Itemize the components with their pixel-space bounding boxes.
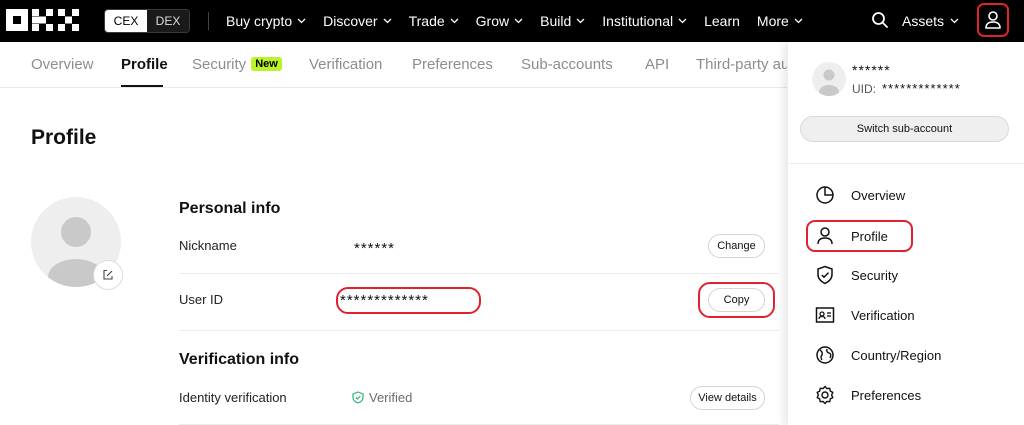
chevron-down-icon — [794, 18, 803, 24]
chevron-down-icon — [576, 18, 585, 24]
tab-sub-accounts[interactable]: Sub-accounts — [521, 56, 613, 73]
tab-profile[interactable]: Profile — [121, 56, 168, 73]
dropdown-item-security[interactable]: Security — [814, 263, 898, 287]
tab-preferences[interactable]: Preferences — [412, 56, 493, 73]
cex-dex-toggle: CEX DEX — [104, 9, 190, 33]
menu-buy-crypto[interactable]: Buy crypto — [226, 13, 306, 29]
chevron-down-icon — [678, 18, 687, 24]
search-icon[interactable] — [871, 11, 889, 29]
chevron-down-icon — [383, 18, 392, 24]
tab-security-label: Security — [192, 56, 247, 73]
dropdown-item-label: Security — [851, 267, 898, 283]
dropdown-avatar — [812, 62, 846, 96]
shield-check-icon — [352, 391, 364, 404]
page-title: Profile — [31, 126, 97, 149]
menu-trade[interactable]: Trade — [409, 13, 459, 29]
dropdown-item-profile[interactable]: Profile — [814, 224, 888, 248]
verification-info-heading: Verification info — [179, 351, 300, 368]
tab-third-party[interactable]: Third-party au — [696, 56, 789, 73]
user-id-value: ************* — [340, 292, 429, 309]
person-icon — [814, 225, 836, 247]
view-details-button[interactable]: View details — [690, 386, 765, 410]
dex-toggle-button[interactable]: DEX — [147, 10, 189, 32]
dropdown-item-preferences[interactable]: Preferences — [814, 383, 921, 407]
chevron-down-icon — [450, 18, 459, 24]
dropdown-item-label: Preferences — [851, 387, 922, 403]
uid-value: ************* — [882, 81, 961, 96]
tab-security[interactable]: Security New — [192, 56, 282, 73]
dropdown-item-overview[interactable]: Overview — [814, 183, 905, 207]
dropdown-uid: UID: ************* — [852, 81, 961, 96]
globe-icon — [814, 344, 836, 366]
new-badge: New — [251, 57, 282, 71]
tab-overview[interactable]: Overview — [31, 56, 94, 73]
menu-institutional[interactable]: Institutional — [602, 13, 687, 29]
nickname-value: ****** — [354, 240, 396, 257]
assets-label: Assets — [902, 13, 945, 29]
gear-icon — [814, 384, 836, 406]
shield-icon — [814, 264, 836, 286]
pie-chart-icon — [814, 184, 836, 206]
active-tab-indicator — [121, 85, 163, 87]
dropdown-divider — [788, 163, 1024, 164]
tab-api[interactable]: API — [645, 56, 669, 73]
okx-logo[interactable] — [6, 9, 80, 31]
edit-icon — [103, 269, 113, 280]
dropdown-nickname: ****** — [852, 62, 891, 78]
default-avatar-icon — [819, 69, 839, 96]
account-dropdown-panel: ****** UID: ************* Switch sub-acco… — [787, 42, 1024, 425]
main-menu: Buy crypto Discover Trade Grow Build Ins… — [226, 0, 820, 42]
nav-divider — [208, 12, 209, 30]
user-icon — [985, 11, 1001, 29]
edit-avatar-button[interactable] — [93, 260, 123, 290]
menu-build[interactable]: Build — [540, 13, 585, 29]
chevron-down-icon — [514, 18, 523, 24]
chevron-down-icon — [297, 18, 306, 24]
switch-sub-account-button[interactable]: Switch sub-account — [800, 116, 1009, 142]
identity-verification-label: Identity verification — [179, 390, 287, 405]
row-divider — [179, 330, 779, 331]
menu-learn[interactable]: Learn — [704, 13, 740, 29]
nickname-label: Nickname — [179, 238, 237, 253]
menu-grow[interactable]: Grow — [476, 13, 523, 29]
dropdown-item-country-region[interactable]: Country/Region — [814, 343, 941, 367]
user-id-label: User ID — [179, 292, 224, 307]
row-divider — [179, 273, 779, 274]
verified-label: Verified — [369, 390, 413, 405]
user-account-button[interactable] — [977, 3, 1009, 37]
verified-status: Verified — [352, 390, 412, 405]
dropdown-item-label: Country/Region — [851, 347, 942, 363]
dropdown-item-label: Profile — [851, 228, 888, 244]
menu-more[interactable]: More — [757, 13, 803, 29]
dropdown-item-label: Verification — [851, 307, 915, 323]
chevron-down-icon — [950, 18, 959, 24]
dropdown-item-verification[interactable]: Verification — [814, 303, 915, 327]
top-navigation-bar: CEX DEX Buy crypto Discover Trade Grow B… — [0, 0, 1024, 42]
tab-verification[interactable]: Verification — [309, 56, 382, 73]
personal-info-heading: Personal info — [179, 200, 281, 217]
copy-user-id-button[interactable]: Copy — [708, 288, 765, 312]
dropdown-item-label: Overview — [851, 187, 906, 203]
uid-label: UID: — [852, 82, 876, 96]
id-card-icon — [814, 304, 836, 326]
change-nickname-button[interactable]: Change — [708, 234, 765, 258]
assets-menu[interactable]: Assets — [902, 0, 959, 42]
cex-toggle-button[interactable]: CEX — [105, 10, 147, 32]
menu-discover[interactable]: Discover — [323, 13, 392, 29]
